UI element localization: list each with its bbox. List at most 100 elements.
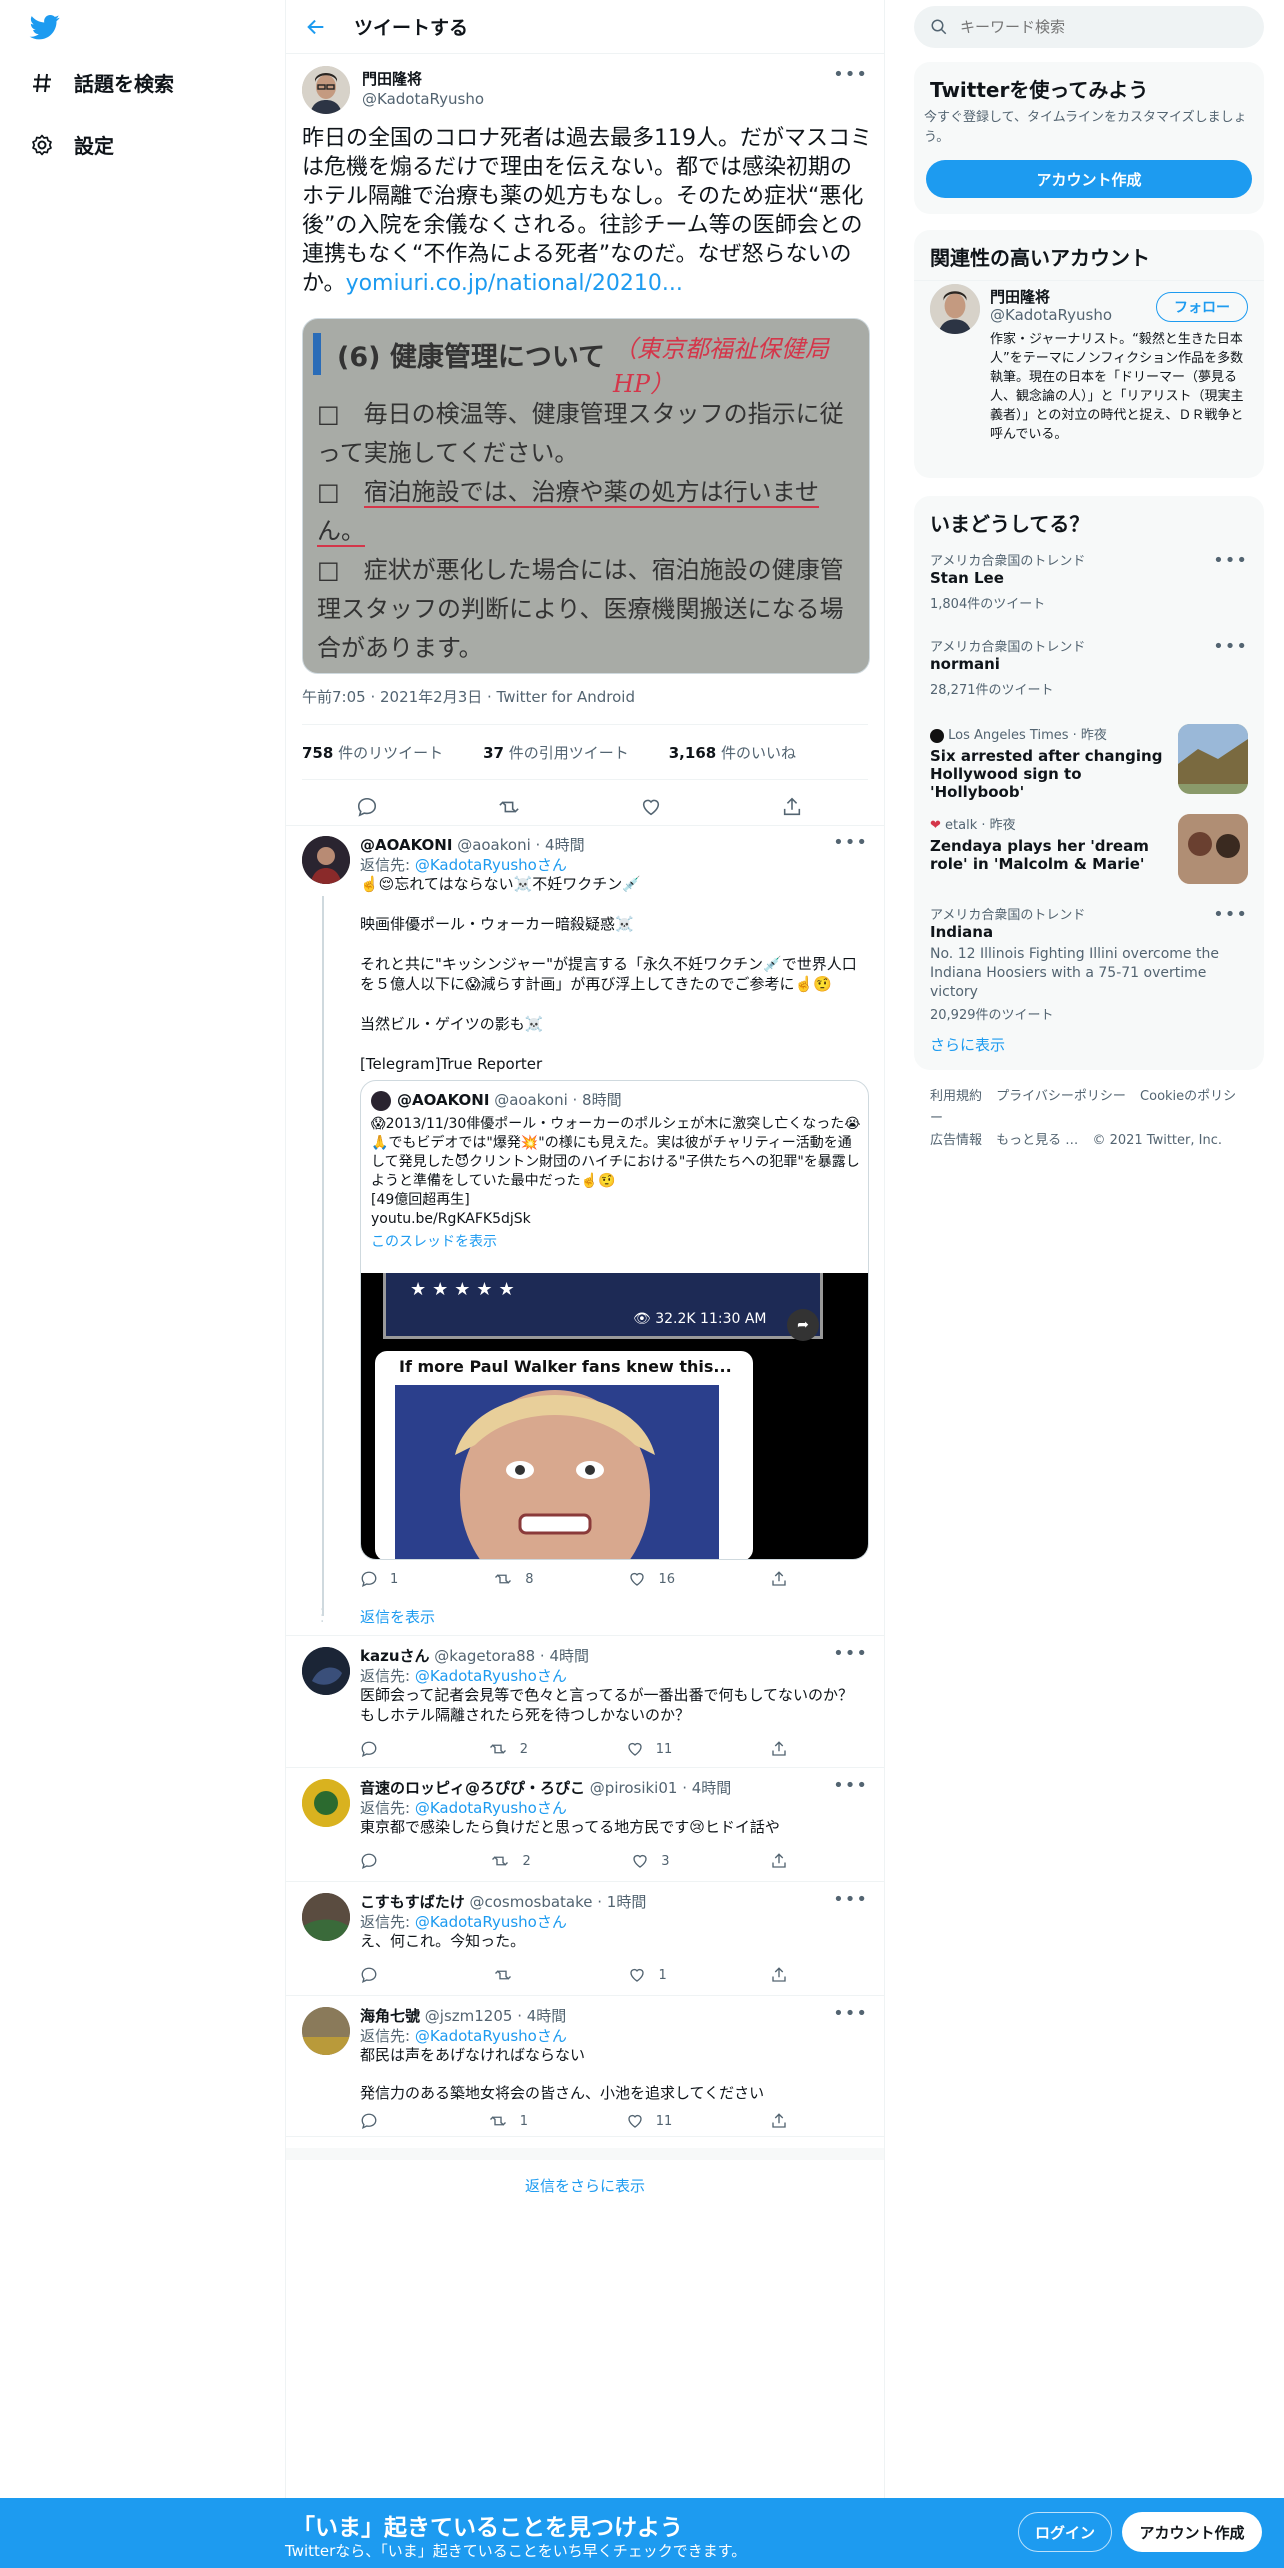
retweet-icon[interactable]: 8 bbox=[493, 1570, 534, 1588]
reply-icon[interactable] bbox=[360, 1852, 390, 1870]
more-icon[interactable]: ••• bbox=[1213, 636, 1248, 657]
reply-to-link[interactable]: @KadotaRyusho bbox=[415, 1913, 537, 1931]
reply-tweet[interactable]: こすもすばたけ @cosmosbatake · 1時間 ••• 返信先: @Ka… bbox=[286, 1883, 884, 1996]
bottom-signup-button[interactable]: アカウント作成 bbox=[1122, 2512, 1262, 2552]
avatar[interactable] bbox=[302, 2007, 350, 2055]
share-icon[interactable] bbox=[770, 1570, 800, 1588]
more-icon[interactable]: ••• bbox=[833, 1775, 868, 1796]
retweet-icon[interactable] bbox=[493, 1966, 525, 1984]
reply-author-name[interactable]: kazuさん bbox=[360, 1647, 430, 1665]
retweet-icon[interactable]: 1 bbox=[488, 2112, 528, 2130]
retweet-icon[interactable]: 2 bbox=[488, 1740, 528, 1758]
related-handle[interactable]: @KadotaRyusho bbox=[990, 306, 1112, 324]
like-count[interactable]: 3,168 件のいいね bbox=[669, 742, 816, 763]
reply-author-name[interactable]: こすもすばたけ bbox=[360, 1893, 465, 1911]
quote-video[interactable]: ★★★★★ 👁 32.2K 11:30 AM ➦ If more Paul Wa… bbox=[361, 1273, 868, 1559]
reply-icon[interactable] bbox=[360, 2112, 390, 2130]
author-handle[interactable]: @KadotaRyusho bbox=[362, 90, 484, 108]
login-button[interactable]: ログイン bbox=[1018, 2512, 1112, 2552]
like-icon[interactable]: 11 bbox=[626, 1740, 672, 1758]
news-item[interactable]: Los Angeles Times · 昨夜 Six arrested afte… bbox=[930, 724, 1248, 801]
more-icon[interactable]: ••• bbox=[833, 2003, 868, 2024]
like-icon[interactable]: 3 bbox=[631, 1852, 670, 1870]
nav-explore[interactable]: 話題を検索 bbox=[28, 68, 174, 97]
trend-context: アメリカ合衆国のトレンド bbox=[930, 554, 1086, 569]
more-icon[interactable]: ••• bbox=[833, 1643, 868, 1664]
reply-icon[interactable] bbox=[360, 1740, 390, 1758]
trend-item[interactable]: アメリカ合衆国のトレンド normani 28,271件のツイート ••• bbox=[930, 636, 1248, 706]
footer-link-ads[interactable]: 広告情報 bbox=[930, 1133, 982, 1148]
more-icon[interactable]: ••• bbox=[833, 1889, 868, 1910]
reply-author-name[interactable]: 音速のロッピィ@ろぴぴ・ろぴこ bbox=[360, 1779, 585, 1797]
share-icon[interactable] bbox=[770, 1740, 800, 1758]
show-more-trends-link[interactable]: さらに表示 bbox=[930, 1034, 1005, 1055]
retweet-icon[interactable]: 2 bbox=[490, 1852, 531, 1870]
reply-icon[interactable] bbox=[356, 796, 390, 818]
like-icon[interactable]: 16 bbox=[628, 1570, 675, 1588]
quote-link[interactable]: youtu.be/RgKAFK5djSk bbox=[371, 1210, 861, 1229]
like-icon[interactable]: 11 bbox=[626, 2112, 672, 2130]
twitter-logo-icon[interactable] bbox=[28, 12, 62, 42]
quoted-tweet[interactable]: @AOAKONI @aoakoni · 8時間 😱2013/11/30俳優ポール… bbox=[360, 1080, 869, 1560]
follow-button[interactable]: フォロー bbox=[1156, 292, 1248, 322]
share-arrow-icon[interactable]: ➦ bbox=[787, 1309, 819, 1341]
trend-item[interactable]: アメリカ合衆国のトレンド Stan Lee 1,804件のツイート ••• bbox=[930, 550, 1248, 620]
reply-author-name[interactable]: @AOAKONI bbox=[360, 836, 452, 854]
tweet-link[interactable]: yomiuri.co.jp/national/20210... bbox=[346, 271, 683, 296]
reply-to-link[interactable]: @KadotaRyusho bbox=[415, 1667, 537, 1685]
footer-link-terms[interactable]: 利用規約 bbox=[930, 1089, 982, 1104]
reply-to-link[interactable]: @KadotaRyusho bbox=[415, 1799, 537, 1817]
retweet-icon[interactable] bbox=[497, 796, 533, 818]
more-icon[interactable]: ••• bbox=[1213, 904, 1248, 925]
reply-author-handle[interactable]: @cosmosbatake · 1時間 bbox=[469, 1893, 646, 1911]
search-icon bbox=[931, 19, 947, 35]
news-item[interactable]: ❤ etalk · 昨夜 Zendaya plays her 'dream ro… bbox=[930, 814, 1248, 886]
reply-tweet[interactable]: kazuさん @kagetora88 · 4時間 ••• 返信先: @Kadot… bbox=[286, 1637, 884, 1768]
reply-tweet[interactable]: 海角七號 @jszm1205 · 4時間 ••• 返信先: @KadotaRyu… bbox=[286, 1997, 884, 2137]
more-icon[interactable]: ••• bbox=[1213, 550, 1248, 571]
reply-to-link[interactable]: @KadotaRyusho bbox=[415, 2027, 537, 2045]
nav-settings[interactable]: 設定 bbox=[28, 130, 114, 159]
avatar[interactable] bbox=[302, 1647, 350, 1695]
reply-icon[interactable] bbox=[360, 1966, 390, 1984]
share-icon[interactable] bbox=[770, 1852, 800, 1870]
tweet-timestamp[interactable]: 午前7:05 · 2021年2月3日 · Twitter for Android bbox=[302, 686, 635, 707]
quote-count[interactable]: 37 件の引用ツイート bbox=[483, 742, 649, 763]
reply-line: 当然ビル・ゲイツの影も☠️ bbox=[360, 1015, 544, 1033]
trend-item[interactable]: アメリカ合衆国のトレンド Indiana No. 12 Illinois Fig… bbox=[930, 904, 1248, 1023]
share-icon[interactable] bbox=[770, 2112, 800, 2130]
share-icon[interactable] bbox=[781, 796, 815, 818]
footer-link-privacy[interactable]: プライバシーポリシー bbox=[996, 1089, 1126, 1104]
reply-to-link[interactable]: @KadotaRyusho bbox=[415, 856, 537, 874]
search-input[interactable] bbox=[960, 18, 1240, 36]
show-more-replies-button[interactable]: 返信をさらに表示 bbox=[286, 2148, 884, 2210]
reply-icon[interactable]: 1 bbox=[360, 1570, 398, 1588]
back-arrow-icon[interactable] bbox=[296, 7, 336, 47]
avatar[interactable] bbox=[302, 1893, 350, 1941]
reply-author-handle[interactable]: @pirosiki01 · 4時間 bbox=[590, 1779, 731, 1797]
like-icon[interactable]: 1 bbox=[628, 1966, 667, 1984]
show-thread-link[interactable]: このスレッドを表示 bbox=[371, 1233, 861, 1252]
retweet-count[interactable]: 758 件のリツイート bbox=[302, 742, 463, 763]
more-icon[interactable]: ••• bbox=[833, 832, 868, 853]
reply-author-name[interactable]: 海角七號 bbox=[360, 2007, 420, 2025]
show-replies-link[interactable]: 返信を表示 bbox=[360, 1606, 435, 1627]
like-icon[interactable] bbox=[640, 796, 674, 818]
reply-author-handle[interactable]: @aoakoni · 4時間 bbox=[457, 836, 584, 854]
reply-author-handle[interactable]: @kagetora88 · 4時間 bbox=[434, 1647, 589, 1665]
author-name[interactable]: 門田隆将 bbox=[362, 68, 422, 89]
reply-text: 都民は声をあげなければならない 発信力のある築地女将会の皆さん、小池を追求してく… bbox=[360, 2045, 865, 2103]
tweet-image[interactable]: (6) 健康管理について （東京都福祉保健局HP） □ 毎日の検温等、健康管理ス… bbox=[302, 318, 870, 674]
avatar[interactable] bbox=[302, 66, 350, 114]
related-name[interactable]: 門田隆将 bbox=[990, 286, 1050, 307]
share-icon[interactable] bbox=[770, 1966, 800, 1984]
avatar[interactable] bbox=[302, 1779, 350, 1827]
reply-tweet[interactable]: 音速のロッピィ@ろぴぴ・ろぴこ @pirosiki01 · 4時間 ••• 返信… bbox=[286, 1769, 884, 1882]
avatar[interactable] bbox=[302, 836, 350, 884]
signup-button[interactable]: アカウント作成 bbox=[926, 160, 1252, 198]
avatar[interactable] bbox=[930, 284, 980, 334]
footer-link-more[interactable]: もっと見る … bbox=[996, 1133, 1078, 1148]
more-icon[interactable]: ••• bbox=[833, 64, 868, 85]
reply-author-handle[interactable]: @jszm1205 · 4時間 bbox=[425, 2007, 567, 2025]
search-box[interactable] bbox=[914, 6, 1264, 48]
